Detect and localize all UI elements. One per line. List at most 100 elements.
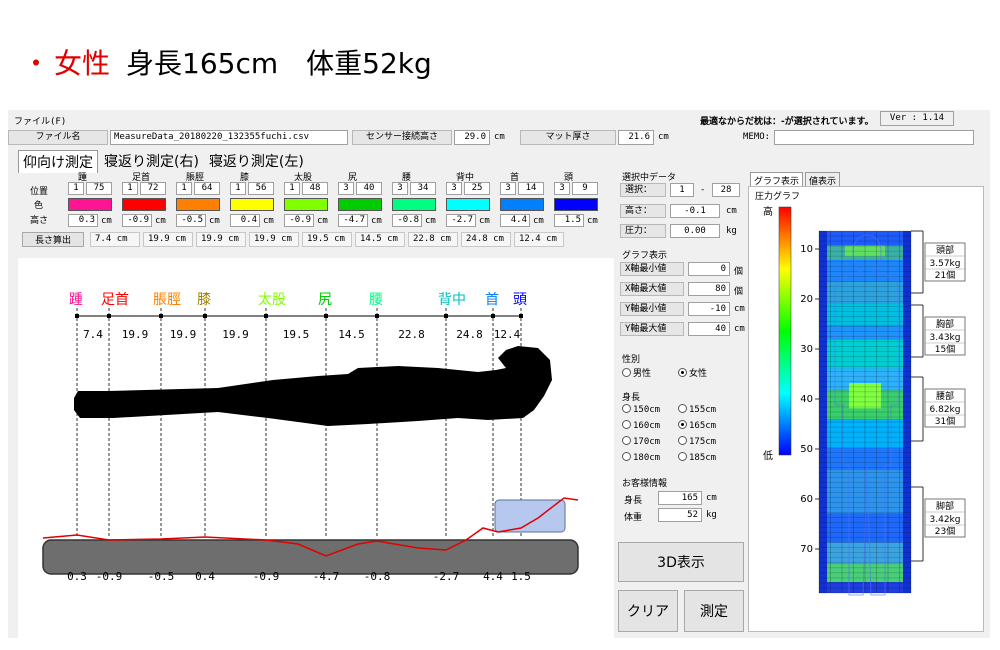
part-pos2[interactable]: 14 xyxy=(518,182,544,195)
radio-icon[interactable] xyxy=(622,452,631,461)
part-color-swatch[interactable] xyxy=(446,198,490,211)
part-pos2[interactable]: 9 xyxy=(572,182,598,195)
height-value-label: 0.4 xyxy=(195,570,215,583)
ymax-field[interactable]: 40 xyxy=(688,322,730,336)
part-pos2[interactable]: 34 xyxy=(410,182,436,195)
part-pos1[interactable]: 3 xyxy=(500,182,516,195)
height-option-label: 175cm xyxy=(689,437,717,447)
length-value: 22.8 xyxy=(413,234,435,244)
y-tick-label: 10 xyxy=(800,244,813,255)
select-to-field[interactable]: 28 xyxy=(712,183,740,197)
region-weight: 3.43kg xyxy=(930,333,961,343)
memo-field[interactable] xyxy=(774,130,974,145)
part-height-field[interactable]: -0.9 xyxy=(284,214,314,227)
part-height-field[interactable]: 0.4 xyxy=(230,214,260,227)
part-height-field[interactable]: 1.5 xyxy=(554,214,584,227)
row-label-height: 高さ xyxy=(30,216,49,226)
select-label: 選択： xyxy=(620,183,666,197)
body-label: 太股 xyxy=(258,292,286,308)
part-color-swatch[interactable] xyxy=(176,198,220,211)
view-3d-button[interactable]: 3D表示 xyxy=(618,542,744,582)
height-option[interactable]: 170cm xyxy=(622,436,678,452)
part-color-swatch[interactable] xyxy=(554,198,598,211)
measure-button[interactable]: 測定 xyxy=(684,590,744,632)
part-pos1[interactable]: 1 xyxy=(230,182,246,195)
file-menu[interactable]: ファイル(F) xyxy=(14,114,66,127)
part-color-swatch[interactable] xyxy=(392,198,436,211)
part-pos1[interactable]: 1 xyxy=(122,182,138,195)
height-option[interactable]: 150cm xyxy=(622,404,678,420)
parts-table: 位置 色 高さ 踵 1 75 0.3 cm 足首 1 72 -0.9 cm 脹脛… xyxy=(18,170,614,232)
mat-thickness-field[interactable]: 21.6 xyxy=(618,130,654,145)
part-color-swatch[interactable] xyxy=(284,198,328,211)
part-pos2[interactable]: 25 xyxy=(464,182,490,195)
part-height-field[interactable]: -0.9 xyxy=(122,214,152,227)
y-tick-label: 40 xyxy=(800,394,813,405)
part-pos1[interactable]: 1 xyxy=(176,182,192,195)
part-pos2[interactable]: 75 xyxy=(86,182,112,195)
sensor-height-field[interactable]: 29.0 xyxy=(454,130,490,145)
length-value: 19.9 xyxy=(201,234,223,244)
height-option[interactable]: 175cm xyxy=(678,436,734,452)
xmin-field[interactable]: 0 xyxy=(688,262,730,276)
customer-height-field[interactable]: 165 xyxy=(658,491,702,505)
height-option[interactable]: 185cm xyxy=(678,452,734,468)
radio-icon[interactable] xyxy=(622,420,631,429)
height-option[interactable]: 155cm xyxy=(678,404,734,420)
part-color-swatch[interactable] xyxy=(500,198,544,211)
part-color-swatch[interactable] xyxy=(122,198,166,211)
part-height-field[interactable]: -0.8 xyxy=(392,214,422,227)
gender-option[interactable]: 男性 xyxy=(622,366,678,379)
part-height-unit: cm xyxy=(533,216,544,226)
part-pos1[interactable]: 3 xyxy=(392,182,408,195)
part-pos2[interactable]: 48 xyxy=(302,182,328,195)
height-option[interactable]: 180cm xyxy=(622,452,678,468)
radio-icon[interactable] xyxy=(678,452,687,461)
region-weight: 6.82kg xyxy=(930,405,961,415)
part-color-swatch[interactable] xyxy=(338,198,382,211)
part-pos2[interactable]: 72 xyxy=(140,182,166,195)
control-panel: 選択中データ 選択： 1 - 28 高さ： -0.1 cm 圧力： 0.00 k… xyxy=(618,168,746,638)
part-height-field[interactable]: -4.7 xyxy=(338,214,368,227)
clear-button[interactable]: クリア xyxy=(618,590,678,632)
part-pos1[interactable]: 1 xyxy=(284,182,300,195)
length-unit: cm xyxy=(546,234,557,244)
radio-icon[interactable] xyxy=(622,404,631,413)
select-from-field[interactable]: 1 xyxy=(670,183,694,197)
part-color-swatch[interactable] xyxy=(68,198,112,211)
part-height-field[interactable]: 4.4 xyxy=(500,214,530,227)
gender-option[interactable]: 女性 xyxy=(678,366,734,379)
part-height-unit: cm xyxy=(209,216,220,226)
file-name-field[interactable]: MeasureData_20180220_132355fuchi.csv xyxy=(110,130,348,145)
radio-icon[interactable] xyxy=(622,368,631,377)
part-color-swatch[interactable] xyxy=(230,198,274,211)
calc-length-button[interactable]: 長さ算出 xyxy=(22,232,84,247)
graph-panel: グラフ表示 値表示 圧力グラフ 高低 10 20 30 40 50 60 70 頭部 3.57kg… xyxy=(748,172,984,632)
xmax-field[interactable]: 80 xyxy=(688,282,730,296)
radio-icon[interactable] xyxy=(678,420,687,429)
part-pos2[interactable]: 40 xyxy=(356,182,382,195)
part-pos1[interactable]: 3 xyxy=(446,182,462,195)
height-option[interactable]: 160cm xyxy=(622,420,678,436)
radio-icon[interactable] xyxy=(678,436,687,445)
sensor-height-label: センサー接続高さ xyxy=(352,130,452,145)
part-height-field[interactable]: 0.3 xyxy=(68,214,98,227)
ymin-field[interactable]: -10 xyxy=(688,302,730,316)
part-height-field[interactable]: -0.5 xyxy=(176,214,206,227)
part-pos1[interactable]: 3 xyxy=(554,182,570,195)
radio-icon[interactable] xyxy=(622,436,631,445)
part-column: 足首 1 72 -0.9 cm xyxy=(120,170,172,230)
radio-icon[interactable] xyxy=(678,404,687,413)
part-pos2[interactable]: 64 xyxy=(194,182,220,195)
segment-length: 14.5 xyxy=(338,328,365,341)
part-pos1[interactable]: 3 xyxy=(338,182,354,195)
radio-icon[interactable] xyxy=(678,368,687,377)
part-pos2[interactable]: 56 xyxy=(248,182,274,195)
part-pos1[interactable]: 1 xyxy=(68,182,84,195)
part-column: 踵 1 75 0.3 cm xyxy=(66,170,118,230)
part-height-field[interactable]: -2.7 xyxy=(446,214,476,227)
customer-weight-field[interactable]: 52 xyxy=(658,508,702,522)
body-label: 頭 xyxy=(513,292,527,308)
height-option[interactable]: 165cm xyxy=(678,420,734,436)
y-tick-label: 70 xyxy=(800,544,813,555)
